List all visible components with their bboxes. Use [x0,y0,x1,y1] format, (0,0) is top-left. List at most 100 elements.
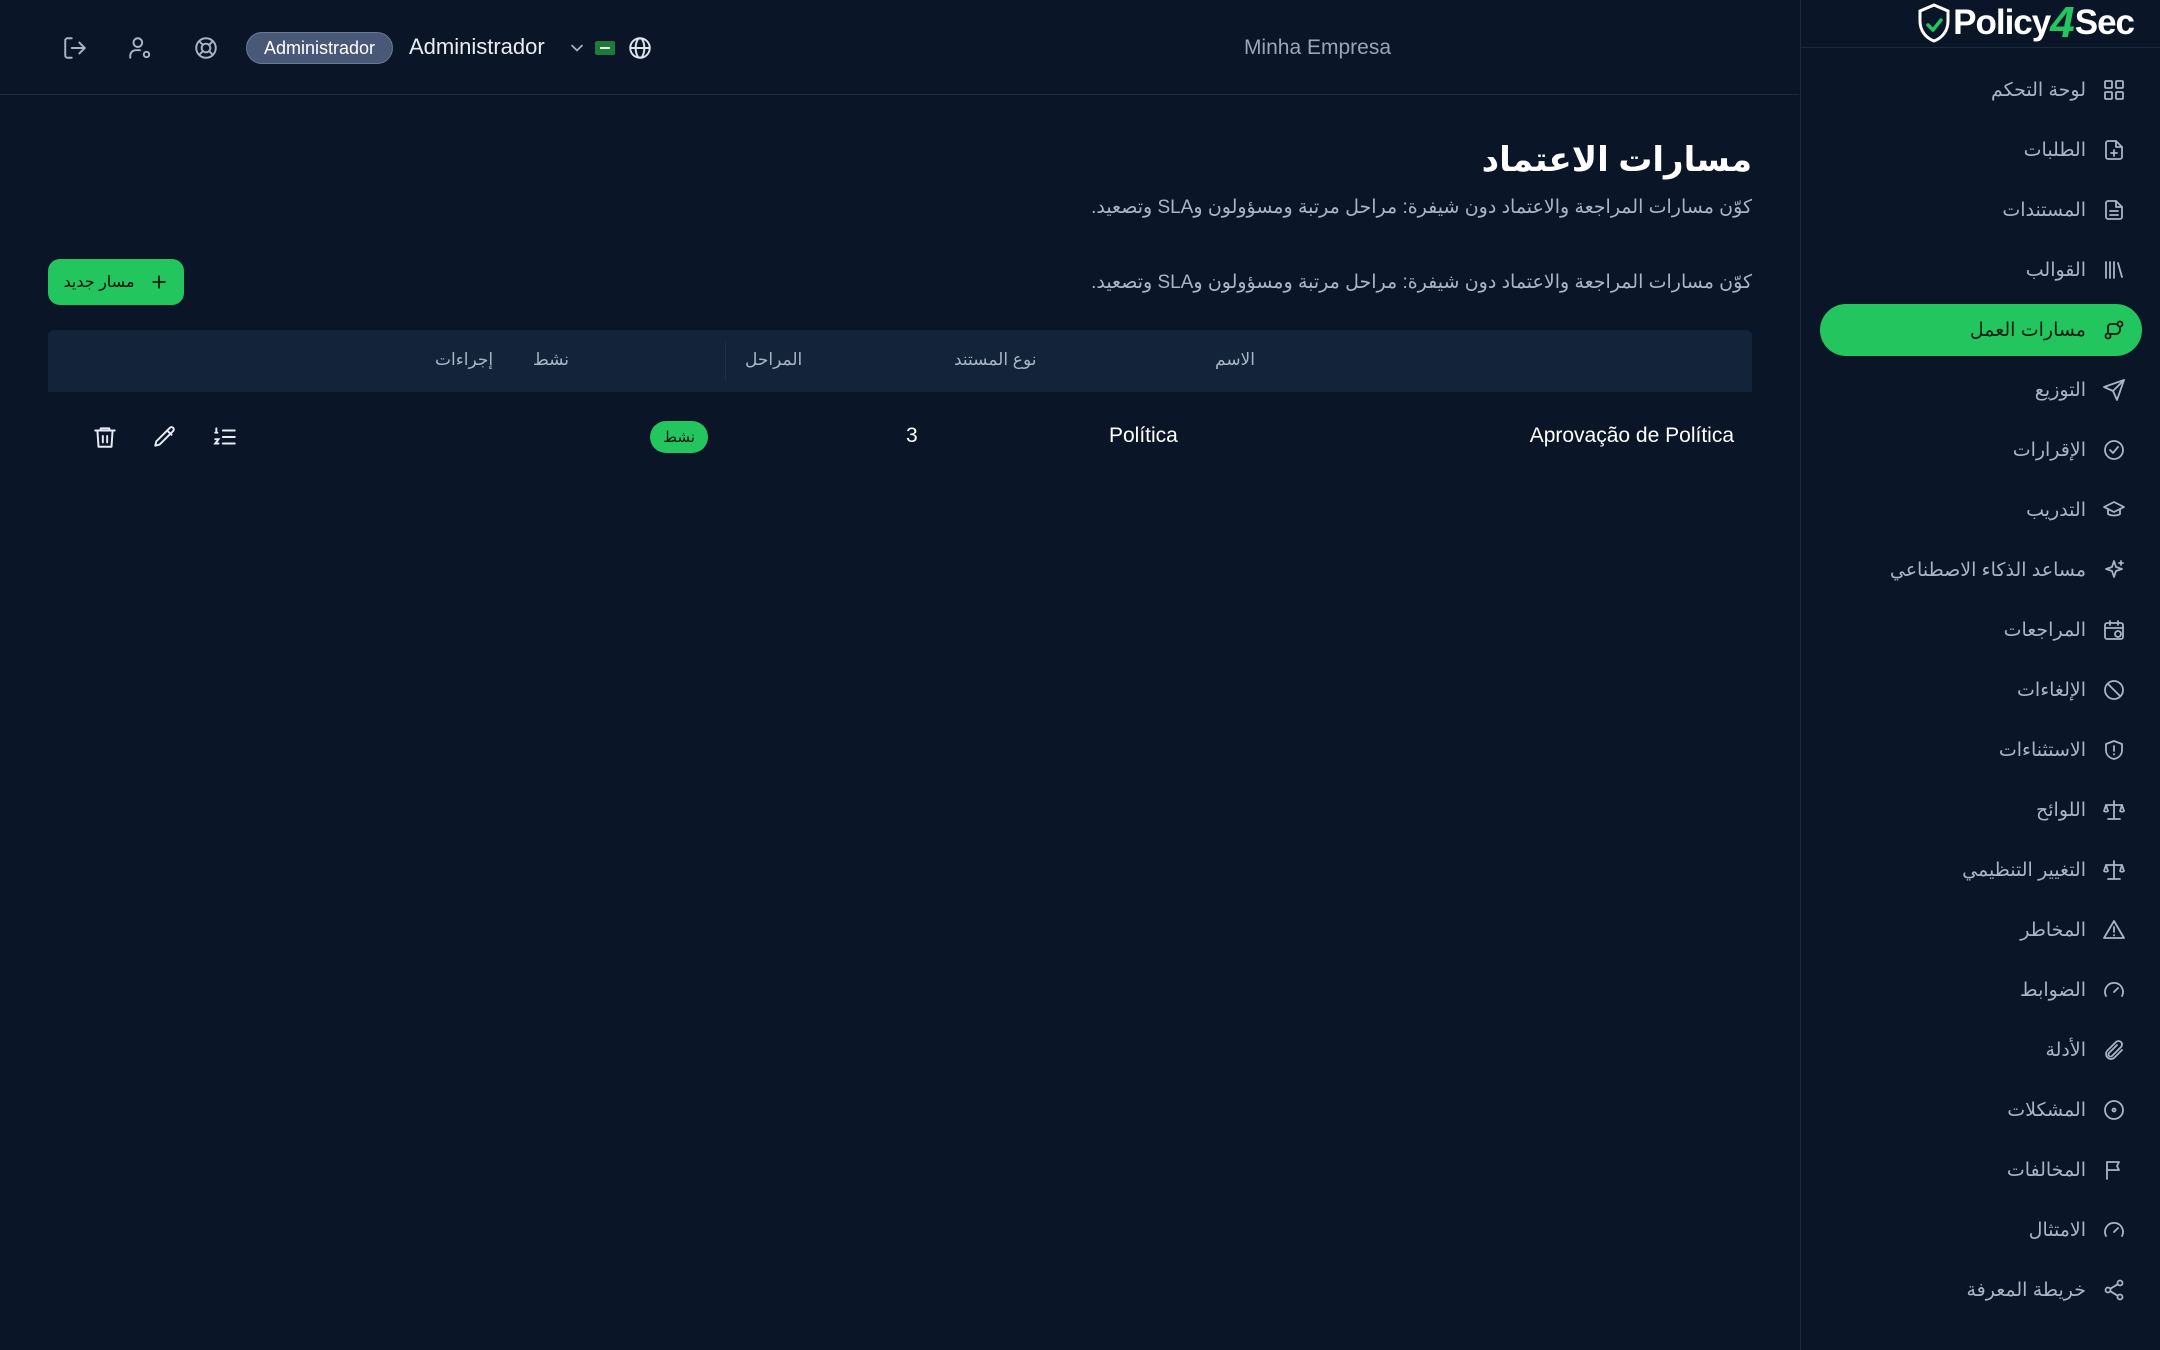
sidebar-item-0[interactable]: لوحة التحكم [1820,64,2142,116]
ban-icon [2102,678,2126,702]
sidebar-item-15[interactable]: الضوابط [1820,964,2142,1016]
sidebar-item-label: المخاطر [2020,919,2086,941]
workflow-icon [2102,318,2126,342]
warning-triangle-icon [2102,918,2126,942]
sidebar-item-20[interactable]: خريطة المعرفة [1820,1264,2142,1316]
sidebar-item-label: الإلغاءات [2017,679,2086,701]
list-stages-icon[interactable] [212,424,238,450]
logo-text-policy: Policy [1953,3,2051,42]
logo[interactable]: Policy 4 Sec [1917,0,2135,47]
sidebar-item-3[interactable]: القوالب [1820,244,2142,296]
scale-icon [2102,858,2126,882]
sidebar-item-4[interactable]: مسارات العمل [1820,304,2142,356]
column-divider [725,342,726,380]
logout-icon[interactable] [62,35,88,61]
sidebar-item-label: الإقرارات [2012,439,2086,461]
column-header-active[interactable]: نشط [533,350,569,370]
status-badge: نشط [650,421,708,453]
dashboard-icon [2102,78,2126,102]
sidebar: Policy 4 Sec لوحة التحكم الطلبات المستندات… [1800,0,2160,1350]
sidebar-item-label: خريطة المعرفة [1966,1279,2086,1301]
sidebar-item-label: القوالب [2025,259,2086,281]
sidebar-item-label: مسارات العمل [1969,319,2086,341]
sidebar-item-label: الامتثال [2028,1219,2086,1241]
list-description: كوّن مسارات المراجعة والاعتماد دون شيفرة… [1091,272,1752,293]
check-circle-icon [2102,438,2126,462]
sidebar-item-label: الضوابط [2020,979,2086,1001]
sidebar-item-5[interactable]: التوزيع [1820,364,2142,416]
company-name: Minha Empresa [1243,36,1391,59]
globe-icon[interactable] [627,35,653,61]
sidebar-item-9[interactable]: المراجعات [1820,604,2142,656]
sidebar-item-label: مساعد الذكاء الاصطناعي [1889,559,2086,581]
page-subtitle: كوّن مسارات المراجعة والاعتماد دون شيفرة… [1091,197,1752,218]
sidebar-nav: لوحة التحكم الطلبات المستندات القوالب مسارات… [1820,64,2142,1324]
sidebar-item-14[interactable]: المخاطر [1820,904,2142,956]
sidebar-item-16[interactable]: الأدلة [1820,1024,2142,1076]
sidebar-item-12[interactable]: اللوائح [1820,784,2142,836]
sidebar-item-7[interactable]: التدريب [1820,484,2142,536]
sidebar-item-17[interactable]: المشكلات [1820,1084,2142,1136]
sidebar-item-label: التدريب [2026,499,2086,521]
file-plus-icon [2102,138,2126,162]
sidebar-item-6[interactable]: الإقرارات [1820,424,2142,476]
send-icon [2102,378,2126,402]
sidebar-item-label: المشكلات [2007,1099,2086,1121]
page-title: مسارات الاعتماد [1481,141,1752,179]
plus-icon [151,275,166,289]
logo-text-sec: Sec [2074,3,2135,42]
sidebar-item-label: لوحة التحكم [1990,79,2086,101]
sidebar-item-1[interactable]: الطلبات [1820,124,2142,176]
circle-dot-icon [2102,1098,2126,1122]
document-icon [2102,198,2126,222]
share-icon [2102,1278,2126,1302]
table-row[interactable]: Aprovação de Política Política 3 نشط [48,392,1752,482]
sidebar-item-label: الاستثناءات [1998,739,2086,761]
graduation-cap-icon [2102,498,2126,522]
row-doc-type: Política [1109,424,1178,447]
table-header: الاسم نوع المستند المراحل نشط إجراءات [48,330,1752,392]
gauge-icon [2102,1218,2126,1242]
column-header-actions: إجراءات [435,350,494,369]
sidebar-item-label: المستندات [2002,199,2086,221]
column-header-stages[interactable]: المراحل [745,350,802,370]
gauge-icon [2102,978,2126,1002]
logo-divider [1801,47,2160,48]
sidebar-item-label: المراجعات [2003,619,2086,641]
column-header-name[interactable]: الاسم [1215,350,1255,370]
sidebar-item-label: التغيير التنظيمي [1962,859,2086,881]
paperclip-icon [2102,1038,2126,1062]
edit-pencil-icon[interactable] [152,424,178,450]
column-header-doc-type[interactable]: نوع المستند [954,350,1036,370]
sidebar-item-label: التوزيع [2034,379,2086,401]
row-name: Aprovação de Política [1529,424,1734,447]
sparkles-icon [2102,558,2126,582]
sidebar-item-2[interactable]: المستندات [1820,184,2142,236]
calendar-clock-icon [2102,618,2126,642]
new-workflow-button[interactable]: مسار جديد [48,259,184,305]
shield-logo-icon [1918,3,1950,43]
sidebar-item-label: المخالفات [2006,1159,2086,1181]
flag-icon[interactable] [595,41,615,55]
user-settings-icon[interactable] [127,35,153,61]
scale-icon [2102,798,2126,822]
shield-alert-icon [2102,738,2126,762]
sidebar-item-10[interactable]: الإلغاءات [1820,664,2142,716]
row-stages: 3 [906,424,918,447]
sidebar-item-label: الطلبات [2023,139,2086,161]
library-icon [2102,258,2126,282]
sidebar-item-label: اللوائح [2035,799,2086,821]
flag-icon [2102,1158,2126,1182]
support-lifebuoy-icon[interactable] [193,35,219,61]
logo-text-four: 4 [2050,0,2075,47]
sidebar-item-18[interactable]: المخالفات [1820,1144,2142,1196]
sidebar-item-19[interactable]: الامتثال [1820,1204,2142,1256]
role-badge: Administrador [246,32,394,64]
sidebar-item-11[interactable]: الاستثناءات [1820,724,2142,776]
sidebar-item-8[interactable]: مساعد الذكاء الاصطناعي [1820,544,2142,596]
delete-icon[interactable] [92,424,118,450]
chevron-down-icon[interactable] [567,38,587,58]
sidebar-item-13[interactable]: التغيير التنظيمي [1820,844,2142,896]
user-name[interactable]: Administrador [409,34,545,60]
sidebar-item-label: الأدلة [2045,1039,2086,1061]
